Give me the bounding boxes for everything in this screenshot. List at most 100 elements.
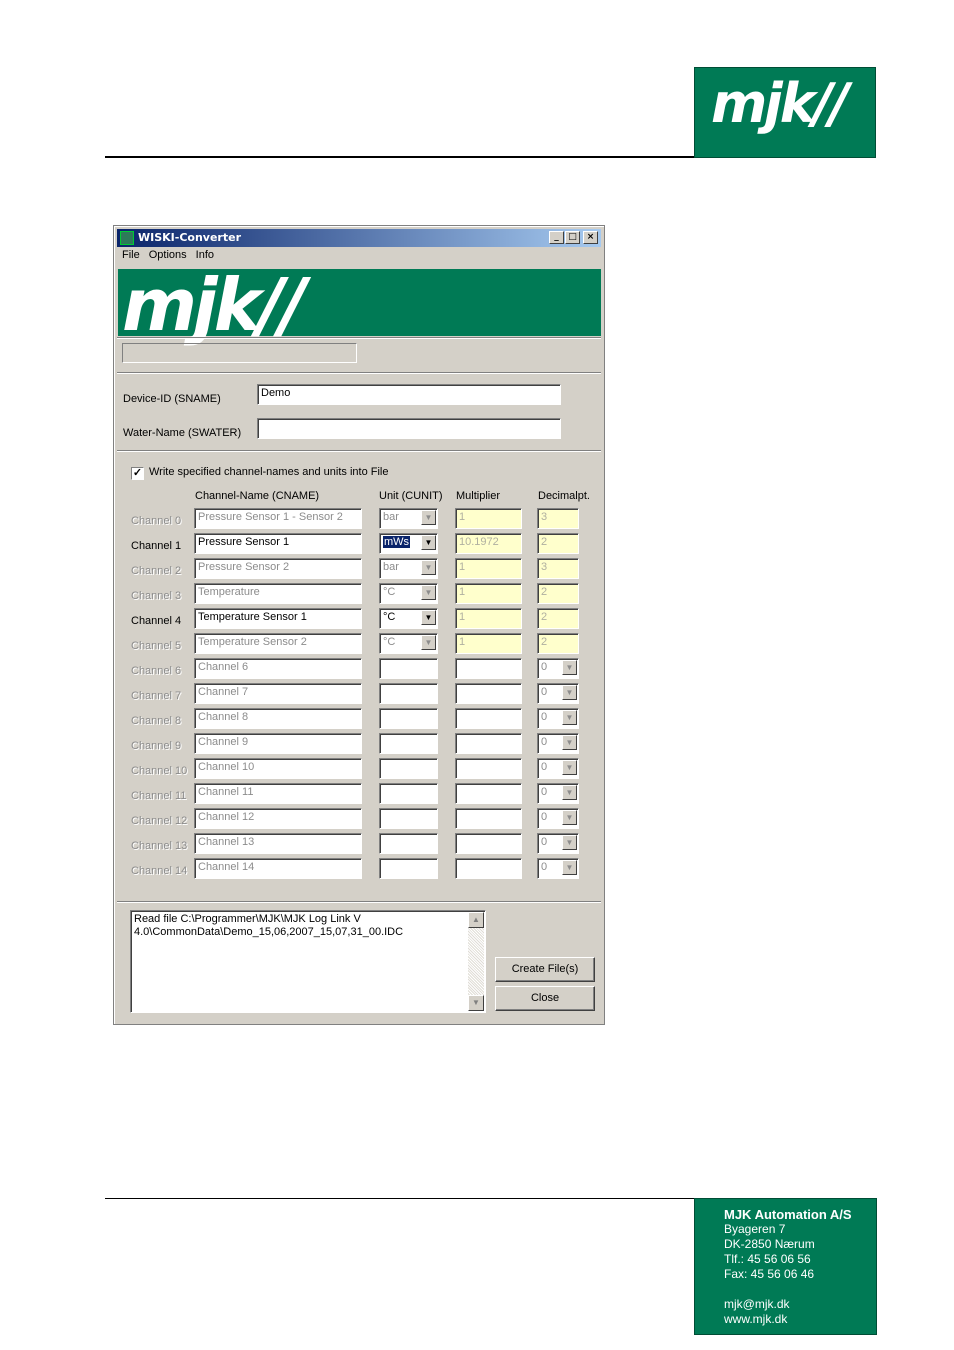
unit-field[interactable] <box>379 833 438 854</box>
menu-options[interactable]: Options <box>149 249 187 261</box>
maximize-button[interactable]: □ <box>565 231 580 244</box>
channel-name-input[interactable]: Temperature Sensor 1 <box>194 608 362 629</box>
water-name-input[interactable] <box>257 418 561 439</box>
multiplier-input[interactable] <box>455 708 522 729</box>
dropdown-arrow-icon[interactable]: ▼ <box>562 710 577 725</box>
mjk-logo: mjk// <box>694 67 876 158</box>
decimal-field[interactable]: 0 ▼ <box>537 683 579 704</box>
decimal-field[interactable]: 0 ▼ <box>537 658 579 679</box>
write-names-checkbox[interactable]: ✓ <box>131 467 144 480</box>
dropdown-arrow-icon[interactable]: ▼ <box>421 510 436 525</box>
unit-field[interactable]: mWs ▼ <box>379 533 438 554</box>
channel-name-input[interactable]: Pressure Sensor 1 - Sensor 2 <box>194 508 362 529</box>
close-window-button[interactable]: × <box>583 231 598 244</box>
decimal-field[interactable]: 0 ▼ <box>537 758 579 779</box>
channel-name-input[interactable]: Temperature <box>194 583 362 604</box>
unit-field[interactable]: bar ▼ <box>379 508 438 529</box>
create-files-button[interactable]: Create File(s) <box>495 957 595 982</box>
channel-label: Channel 7 <box>131 690 182 702</box>
dropdown-arrow-icon[interactable]: ▼ <box>421 535 436 550</box>
device-id-input[interactable]: Demo <box>257 384 561 405</box>
dropdown-arrow-icon[interactable]: ▼ <box>562 760 577 775</box>
dropdown-arrow-icon[interactable]: ▼ <box>421 610 436 625</box>
decimal-field[interactable]: 2 <box>537 633 579 654</box>
unit-field[interactable] <box>379 658 438 679</box>
decimal-field[interactable]: 0 ▼ <box>537 833 579 854</box>
channel-name-input[interactable]: Channel 11 <box>194 783 362 804</box>
log-scrollbar[interactable]: ▲ ▼ <box>468 912 484 1011</box>
channel-name-input[interactable]: Channel 6 <box>194 658 362 679</box>
unit-field[interactable] <box>379 683 438 704</box>
decimal-value: 3 <box>541 511 548 523</box>
close-button[interactable]: Close <box>495 986 595 1011</box>
channel-name-input[interactable]: Channel 13 <box>194 833 362 854</box>
progress-bar <box>122 343 357 363</box>
decimal-field[interactable]: 2 <box>537 608 579 629</box>
unit-field[interactable] <box>379 733 438 754</box>
channel-name-input[interactable]: Channel 14 <box>194 858 362 879</box>
dropdown-arrow-icon[interactable]: ▼ <box>562 810 577 825</box>
unit-field[interactable]: °C ▼ <box>379 633 438 654</box>
channel-name-input[interactable]: Channel 9 <box>194 733 362 754</box>
multiplier-input[interactable]: 1 <box>455 508 522 529</box>
multiplier-input[interactable] <box>455 858 522 879</box>
multiplier-input[interactable]: 1 <box>455 633 522 654</box>
menu-info[interactable]: Info <box>196 249 214 261</box>
decimal-field[interactable]: 0 ▼ <box>537 808 579 829</box>
multiplier-input[interactable]: 10.1972 <box>455 533 522 554</box>
log-output[interactable]: Read file C:\Programmer\MJK\MJK Log Link… <box>130 910 486 1013</box>
channel-name-input[interactable]: Pressure Sensor 2 <box>194 558 362 579</box>
channel-name-input[interactable]: Temperature Sensor 2 <box>194 633 362 654</box>
multiplier-input[interactable] <box>455 758 522 779</box>
dropdown-arrow-icon[interactable]: ▼ <box>562 685 577 700</box>
channel-name-input[interactable]: Channel 7 <box>194 683 362 704</box>
dropdown-arrow-icon[interactable]: ▼ <box>421 635 436 650</box>
divider <box>117 337 601 339</box>
multiplier-input[interactable] <box>455 658 522 679</box>
decimal-field[interactable]: 0 ▼ <box>537 708 579 729</box>
decimal-field[interactable]: 2 <box>537 583 579 604</box>
multiplier-input[interactable]: 1 <box>455 608 522 629</box>
scroll-down-icon[interactable]: ▼ <box>468 995 484 1011</box>
decimal-field[interactable]: 0 ▼ <box>537 858 579 879</box>
menu-file[interactable]: File <box>122 249 140 261</box>
dropdown-arrow-icon[interactable]: ▼ <box>562 860 577 875</box>
unit-field[interactable]: bar ▼ <box>379 558 438 579</box>
dropdown-arrow-icon[interactable]: ▼ <box>562 735 577 750</box>
multiplier-input[interactable] <box>455 833 522 854</box>
multiplier-input[interactable]: 1 <box>455 558 522 579</box>
dropdown-arrow-icon[interactable]: ▼ <box>421 585 436 600</box>
col-header-multiplier: Multiplier <box>456 490 501 502</box>
channel-name-input[interactable]: Channel 10 <box>194 758 362 779</box>
multiplier-input[interactable]: 1 <box>455 583 522 604</box>
multiplier-input[interactable] <box>455 808 522 829</box>
dropdown-arrow-icon[interactable]: ▼ <box>562 785 577 800</box>
wiski-converter-window: WISKI-Converter _ □ × File Options Info mj… <box>113 225 605 1025</box>
dropdown-arrow-icon[interactable]: ▼ <box>421 560 436 575</box>
dropdown-arrow-icon[interactable]: ▼ <box>562 835 577 850</box>
unit-field[interactable] <box>379 808 438 829</box>
decimal-field[interactable]: 0 ▼ <box>537 733 579 754</box>
multiplier-input[interactable] <box>455 683 522 704</box>
unit-field[interactable] <box>379 783 438 804</box>
unit-field[interactable] <box>379 858 438 879</box>
decimal-field[interactable]: 0 ▼ <box>537 783 579 804</box>
unit-field[interactable] <box>379 758 438 779</box>
unit-field[interactable]: °C ▼ <box>379 583 438 604</box>
title-bar[interactable]: WISKI-Converter _ □ × <box>117 229 601 247</box>
decimal-field[interactable]: 3 <box>537 558 579 579</box>
decimal-field[interactable]: 3 <box>537 508 579 529</box>
dropdown-arrow-icon[interactable]: ▼ <box>562 660 577 675</box>
decimal-value: 0 <box>541 861 548 873</box>
multiplier-input[interactable] <box>455 733 522 754</box>
col-header-name: Channel-Name (CNAME) <box>195 490 320 502</box>
channel-name-input[interactable]: Pressure Sensor 1 <box>194 533 362 554</box>
multiplier-input[interactable] <box>455 783 522 804</box>
unit-field[interactable] <box>379 708 438 729</box>
minimize-button[interactable]: _ <box>549 231 564 244</box>
scroll-up-icon[interactable]: ▲ <box>468 912 484 928</box>
decimal-field[interactable]: 2 <box>537 533 579 554</box>
unit-field[interactable]: °C ▼ <box>379 608 438 629</box>
channel-name-input[interactable]: Channel 12 <box>194 808 362 829</box>
channel-name-input[interactable]: Channel 8 <box>194 708 362 729</box>
